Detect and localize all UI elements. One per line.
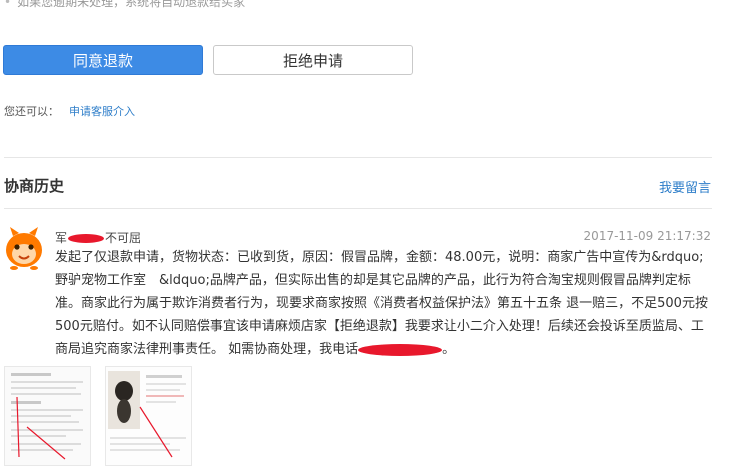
- reject-request-button[interactable]: 拒绝申请: [213, 45, 413, 75]
- name-redaction: [68, 234, 105, 243]
- divider: [4, 157, 712, 158]
- refund-request-message: 发起了仅退款申请，货物状态：已收到货，原因：假冒品牌，金额：48.00元，说明：…: [55, 246, 715, 361]
- auto-refund-notice: • 如果您逾期未处理，系统将自动退款给买家: [4, 0, 245, 10]
- evidence-image-thumbnail[interactable]: [105, 366, 192, 466]
- bullet-dot: •: [4, 0, 12, 9]
- divider: [4, 208, 712, 209]
- product-photo-image: [106, 367, 191, 465]
- leave-message-link[interactable]: 我要留言: [659, 177, 711, 196]
- history-title: 协商历史: [4, 177, 65, 195]
- entry-timestamp: 2017-11-09 21:17:32: [583, 229, 711, 243]
- evidence-image-thumbnail[interactable]: [4, 366, 91, 466]
- help-prefix: 您还可以：: [4, 105, 59, 118]
- message-end: 。: [442, 342, 456, 357]
- help-row: 您还可以： 申请客服介入: [4, 103, 135, 119]
- buyer-name-suffix: 不可屈: [105, 231, 142, 245]
- avatar: [4, 226, 44, 270]
- buyer-name: 军 不可屈: [55, 229, 141, 246]
- buyer-name-prefix: 军: [55, 231, 68, 245]
- message-text: 发起了仅退款申请，货物状态：已收到货，原因：假冒品牌，金额：48.00元，说明：…: [55, 250, 708, 357]
- phone-redaction: [358, 343, 443, 356]
- request-support-link[interactable]: 申请客服介入: [69, 105, 135, 118]
- document-screenshot-image: [5, 367, 90, 465]
- agree-refund-button[interactable]: 同意退款: [3, 45, 203, 75]
- notice-text: 如果您逾期未处理，系统将自动退款给买家: [17, 0, 246, 9]
- orange-mascot-icon: [6, 227, 42, 270]
